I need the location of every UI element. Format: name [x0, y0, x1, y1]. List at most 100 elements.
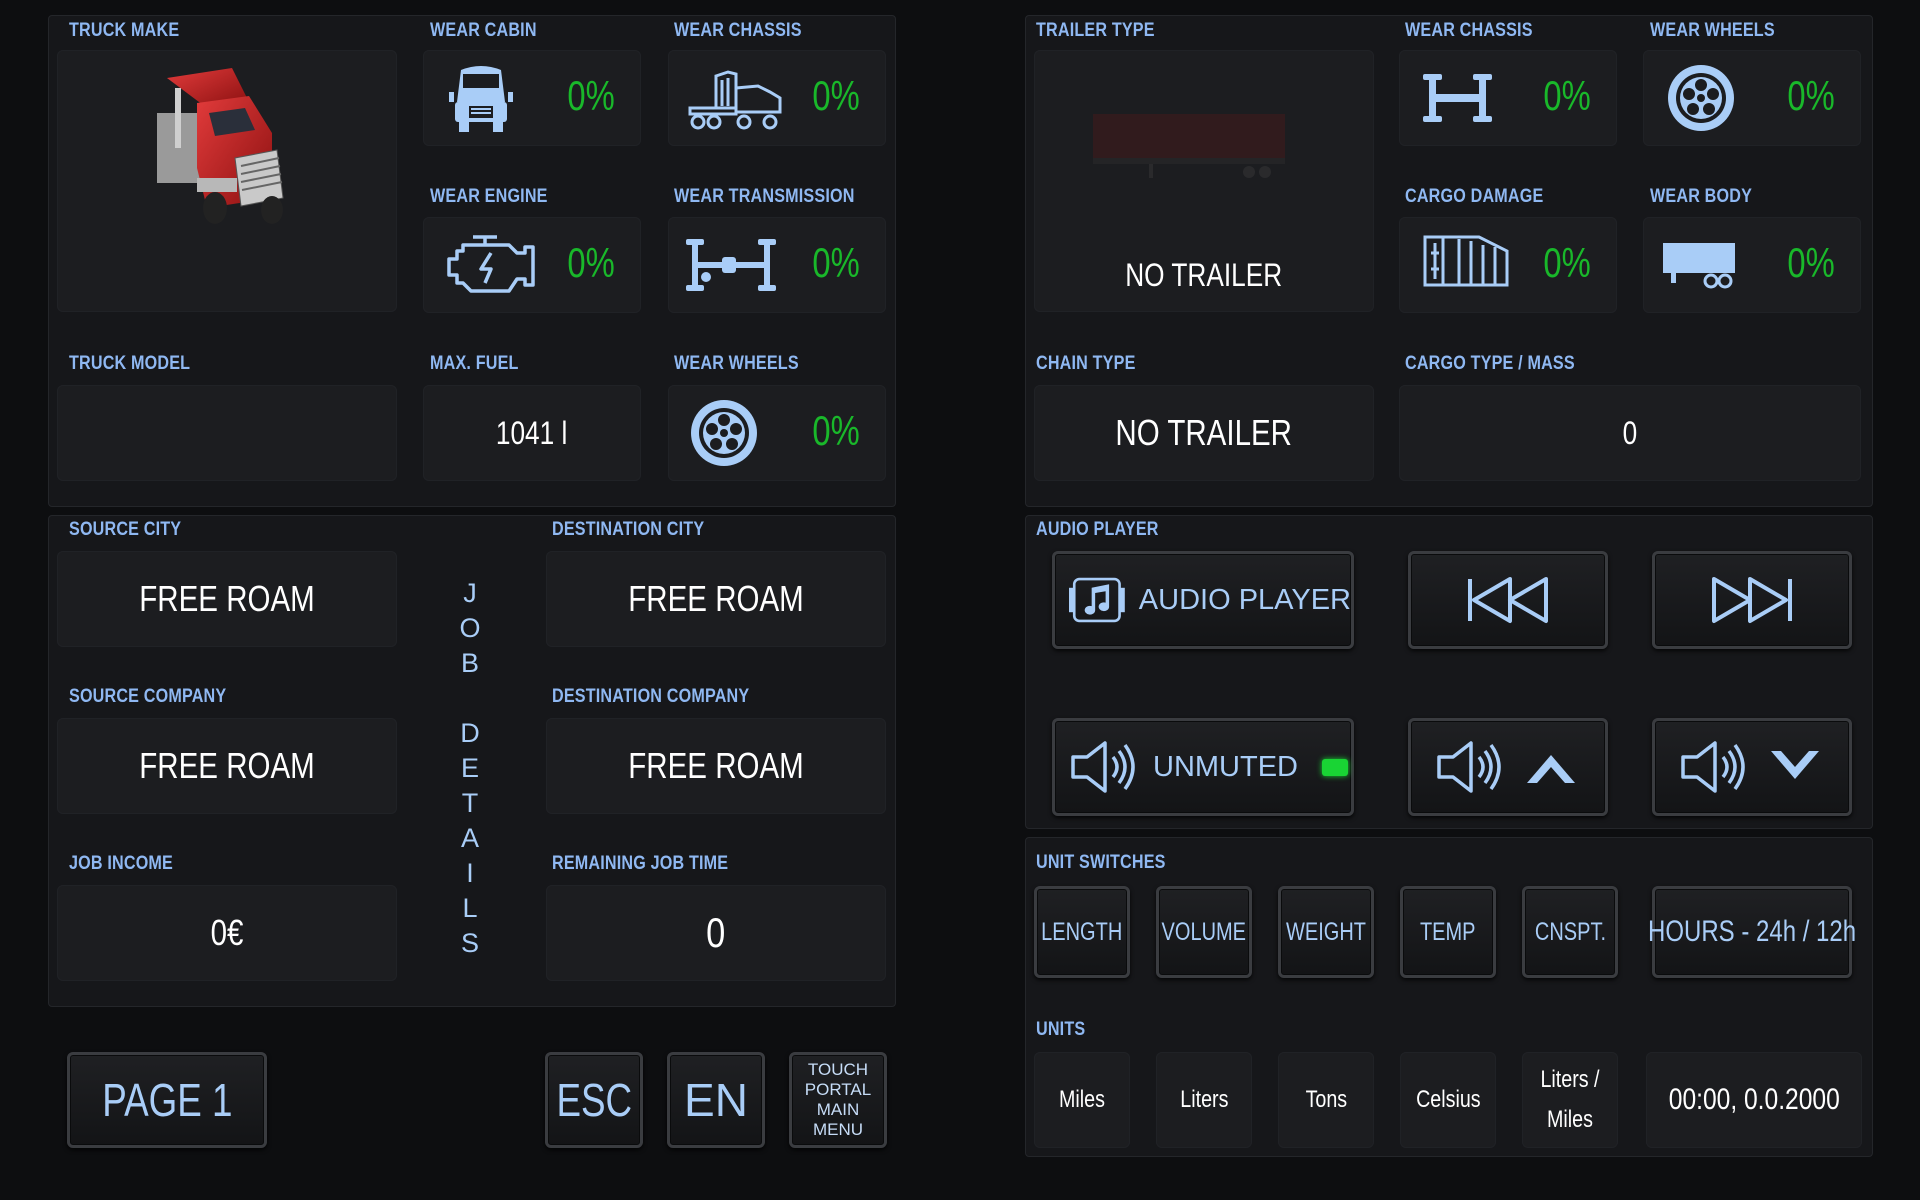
truck-side-icon: [688, 70, 782, 130]
cargo-type-tile: 0: [1399, 385, 1861, 481]
page-button[interactable]: PAGE 1: [67, 1052, 267, 1148]
trailer-wheel-icon: [1668, 65, 1734, 131]
esc-button[interactable]: ESC: [545, 1052, 643, 1148]
trailer-image: [1093, 114, 1285, 178]
volume-down-button[interactable]: [1652, 718, 1852, 816]
cargo-damage-label: CARGO DAMAGE: [1405, 186, 1544, 207]
length-unit-button-label: LENGTH: [1041, 917, 1123, 946]
source-city-tile: FREE ROAM: [57, 551, 397, 647]
truck-make-tile: [57, 50, 397, 312]
touch-portal-main-menu-button[interactable]: TOUCH PORTAL MAIN MENU: [789, 1052, 887, 1148]
chain-type-value: NO TRAILER: [1115, 412, 1293, 453]
chain-type-label: CHAIN TYPE: [1036, 353, 1136, 374]
temp-unit-value: Celsius: [1415, 1086, 1481, 1113]
volume-unit-value: Liters: [1179, 1086, 1229, 1113]
source-city-label: SOURCE CITY: [69, 519, 182, 540]
speaker-icon: [1071, 741, 1135, 793]
hours-format-button[interactable]: HOURS - 24h / 12h: [1648, 886, 1856, 978]
trailer-wear-chassis-label: WEAR CHASSIS: [1405, 20, 1533, 41]
wear-body-value: 0%: [1787, 239, 1835, 286]
max-fuel-value: 1041 l: [496, 414, 568, 451]
mute-status-indicator: [1322, 758, 1348, 776]
previous-track-button[interactable]: [1408, 551, 1608, 649]
hours-format-button-label: HOURS - 24h / 12h: [1647, 915, 1857, 948]
trailer-wear-chassis-tile: 0%: [1399, 50, 1617, 146]
volume-unit-button-label: VOLUME: [1161, 917, 1247, 946]
truck-model-label: TRUCK MODEL: [69, 353, 191, 374]
next-track-button[interactable]: [1652, 551, 1852, 649]
remaining-job-time-tile: 0: [546, 885, 886, 981]
length-unit-value: Miles: [1059, 1086, 1105, 1113]
volume-up-icon: [1437, 741, 1575, 793]
unit-switches-label: UNIT SWITCHES: [1036, 852, 1166, 873]
wear-chassis-label: WEAR CHASSIS: [674, 20, 802, 41]
weight-unit-value: Tons: [1305, 1086, 1347, 1113]
temp-unit-button-label: TEMP: [1420, 917, 1476, 946]
volume-up-button[interactable]: [1408, 718, 1608, 816]
truck-wear-wheels-value: 0%: [812, 407, 860, 454]
cargo-type-label: CARGO TYPE / MASS: [1405, 353, 1575, 374]
truck-wear-wheels-label: WEAR WHEELS: [674, 353, 799, 374]
trailer-wear-chassis-value: 0%: [1543, 72, 1591, 119]
time-value: 00:00, 0.0.2000: [1668, 1083, 1840, 1116]
trailer-type-tile: NO TRAILER: [1034, 50, 1374, 312]
weight-unit-button[interactable]: WEIGHT: [1278, 886, 1374, 978]
music-note-icon: [1069, 577, 1125, 623]
destination-company-tile: FREE ROAM: [546, 718, 886, 814]
trailer-type-value: NO TRAILER: [1125, 256, 1283, 293]
wear-body-label: WEAR BODY: [1650, 186, 1753, 207]
language-button[interactable]: EN: [667, 1052, 765, 1148]
trailer-body-icon: [1663, 243, 1735, 289]
cargo-damage-value: 0%: [1543, 239, 1591, 286]
truck-model-value: [57, 385, 397, 481]
audio-player-button-label: AUDIO PLAYER: [1138, 583, 1351, 616]
trailer-chassis-icon: [1423, 74, 1492, 122]
truck-wear-wheels-tile: 0%: [668, 385, 886, 481]
source-city-value: FREE ROAM: [139, 578, 315, 619]
source-company-value: FREE ROAM: [139, 745, 315, 786]
cargo-damage-tile: 0%: [1399, 217, 1617, 313]
job-details-vertical-title: J O B D E T A I L S: [459, 578, 481, 958]
volume-unit-button[interactable]: VOLUME: [1156, 886, 1252, 978]
trailer-wear-wheels-tile: 0%: [1643, 50, 1861, 146]
source-company-label: SOURCE COMPANY: [69, 686, 227, 707]
next-icon: [1712, 577, 1792, 623]
temp-unit-button[interactable]: TEMP: [1400, 886, 1496, 978]
cargo-type-value: 0: [1622, 414, 1638, 451]
wear-cabin-value: 0%: [567, 72, 615, 119]
units-label: UNITS: [1036, 1019, 1086, 1040]
destination-city-tile: FREE ROAM: [546, 551, 886, 647]
mute-toggle-button[interactable]: UNMUTED: [1052, 718, 1354, 816]
wear-chassis-tile: 0%: [668, 50, 886, 146]
truck-model-tile: [57, 385, 397, 481]
chain-type-tile: NO TRAILER: [1034, 385, 1374, 481]
length-unit-button[interactable]: LENGTH: [1034, 886, 1130, 978]
trailer-wear-wheels-value: 0%: [1787, 72, 1835, 119]
touch-portal-main-menu-label: TOUCH PORTAL MAIN MENU: [804, 1060, 872, 1139]
wear-transmission-tile: 0%: [668, 217, 886, 313]
wear-engine-value: 0%: [567, 239, 615, 286]
audio-player-button[interactable]: AUDIO PLAYER: [1052, 551, 1354, 649]
consumption-unit-value: Liters / Miles: [1540, 1066, 1600, 1133]
max-fuel-label: MAX. FUEL: [430, 353, 519, 374]
destination-city-label: DESTINATION CITY: [552, 519, 705, 540]
cargo-container-icon: [1423, 235, 1509, 287]
job-income-value: 0€: [210, 912, 244, 953]
wear-cabin-tile: 0%: [423, 50, 641, 146]
wear-body-tile: 0%: [1643, 217, 1861, 313]
wear-engine-label: WEAR ENGINE: [430, 186, 548, 207]
truck-image: [157, 68, 284, 224]
transmission-icon: [686, 239, 776, 291]
job-income-tile: 0€: [57, 885, 397, 981]
volume-down-icon: [1681, 741, 1819, 793]
destination-city-value: FREE ROAM: [628, 578, 804, 619]
wear-engine-tile: 0%: [423, 217, 641, 313]
consumption-unit-button[interactable]: CNSPT.: [1522, 886, 1618, 978]
destination-company-label: DESTINATION COMPANY: [552, 686, 750, 707]
wear-transmission-value: 0%: [812, 239, 860, 286]
job-income-label: JOB INCOME: [69, 853, 174, 874]
esc-button-label: ESC: [556, 1074, 632, 1126]
wear-cabin-label: WEAR CABIN: [430, 20, 537, 41]
wheel-icon: [691, 400, 757, 466]
audio-player-label: AUDIO PLAYER: [1036, 519, 1159, 540]
